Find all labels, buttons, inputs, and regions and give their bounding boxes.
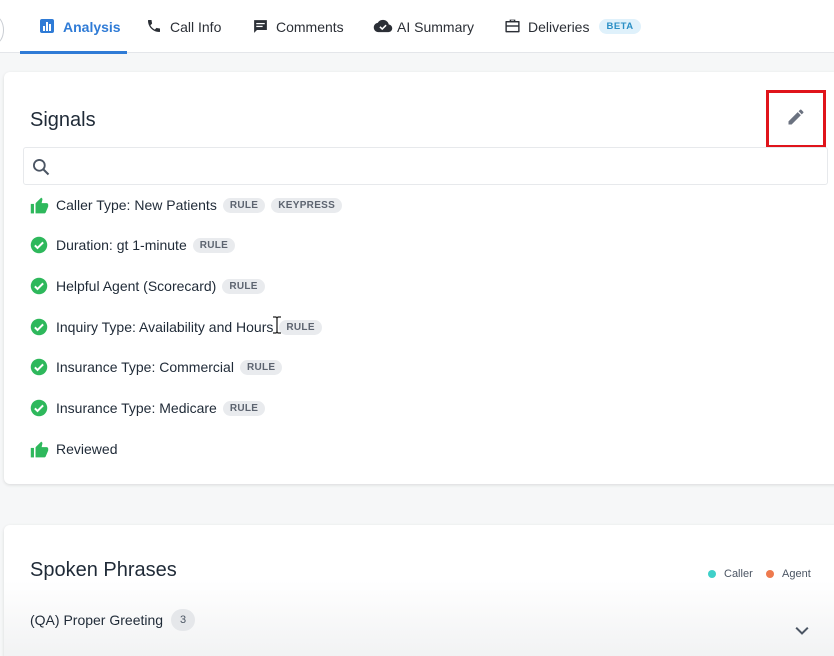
- signal-item: Helpful Agent (Scorecard) RULE: [30, 275, 265, 297]
- legend-caller: Caller: [708, 568, 753, 580]
- thumbs-up-icon: [30, 196, 49, 215]
- tab-bar: Analysis Call Info Comments AI Summary D…: [0, 0, 834, 54]
- phrase-label: (QA) Proper Greeting: [30, 612, 164, 628]
- count-badge: 3: [171, 609, 196, 631]
- tab-label: Deliveries: [528, 18, 590, 35]
- tab-ai-summary[interactable]: AI Summary: [373, 0, 474, 53]
- signal-label: Insurance Type: Medicare: [56, 400, 217, 416]
- signal-label: Inquiry Type: Availability and Hours: [56, 319, 274, 335]
- signal-item: Insurance Type: Commercial RULE: [30, 356, 283, 378]
- tab-deliveries[interactable]: Deliveries BETA: [504, 0, 641, 53]
- briefcase-icon: [504, 18, 522, 36]
- tag-badge: RULE: [279, 319, 322, 335]
- signal-item: Reviewed: [30, 438, 117, 460]
- tag-badge: RULE: [222, 400, 266, 416]
- signals-title: Signals: [30, 109, 96, 131]
- search-input[interactable]: [58, 150, 823, 182]
- signal-label: Caller Type: New Patients: [56, 197, 217, 213]
- tab-comments[interactable]: Comments: [252, 0, 344, 53]
- signal-item: Duration: gt 1-minute RULE: [30, 234, 236, 256]
- text-cursor-icon: [272, 316, 282, 334]
- beta-badge: BETA: [599, 19, 641, 34]
- phrase-item[interactable]: (QA) Proper Greeting 3: [30, 609, 196, 631]
- comment-icon: [252, 18, 270, 36]
- legend-label: Caller: [724, 568, 753, 580]
- caller-dot: [708, 570, 716, 578]
- tag-badge: RULE: [222, 278, 265, 294]
- check-circle-icon: [30, 399, 49, 418]
- pencil-icon: [786, 107, 806, 132]
- edit-signals-button[interactable]: [766, 90, 826, 148]
- tag-badge: KEYPRESS: [271, 197, 343, 213]
- tag-badge: RULE: [239, 359, 283, 375]
- tab-analysis[interactable]: Analysis: [20, 0, 127, 54]
- signal-label: Insurance Type: Commercial: [56, 359, 234, 375]
- check-circle-icon: [30, 236, 49, 255]
- check-circle-icon: [30, 277, 49, 296]
- check-circle-icon: [30, 318, 49, 337]
- tag-badge: RULE: [192, 237, 236, 253]
- search-icon: [31, 157, 51, 177]
- cloud-check-icon: [373, 18, 393, 36]
- spoken-phrases-title: Spoken Phrases: [30, 559, 177, 581]
- signal-label: Helpful Agent (Scorecard): [56, 278, 217, 294]
- signal-label: Reviewed: [56, 441, 118, 457]
- tag-badge: RULE: [222, 197, 266, 213]
- legend-agent: Agent: [766, 568, 811, 580]
- signal-item: Insurance Type: Medicare RULE: [30, 397, 266, 419]
- check-circle-icon: [30, 358, 49, 377]
- thumbs-up-icon: [30, 440, 49, 459]
- signals-card: Signals Caller Type: New Patients RULE K…: [4, 72, 834, 484]
- tab-call-info[interactable]: Call Info: [146, 0, 221, 53]
- collapse-handle[interactable]: [0, 16, 4, 44]
- signals-search[interactable]: [23, 147, 828, 185]
- agent-dot: [766, 570, 774, 578]
- signal-label: Duration: gt 1-minute: [56, 237, 187, 253]
- spoken-phrases-card: Spoken Phrases Caller Agent (QA) Proper …: [4, 525, 834, 656]
- bar-chart-icon: [39, 18, 57, 36]
- chevron-down-icon[interactable]: [792, 621, 812, 641]
- tab-label: Comments: [276, 18, 344, 35]
- signal-item: Caller Type: New Patients RULE KEYPRESS: [30, 194, 343, 216]
- tab-label: Analysis: [63, 18, 121, 35]
- legend-label: Agent: [782, 568, 811, 580]
- tab-label: Call Info: [170, 18, 222, 35]
- phone-icon: [146, 18, 164, 36]
- tab-label: AI Summary: [397, 18, 475, 35]
